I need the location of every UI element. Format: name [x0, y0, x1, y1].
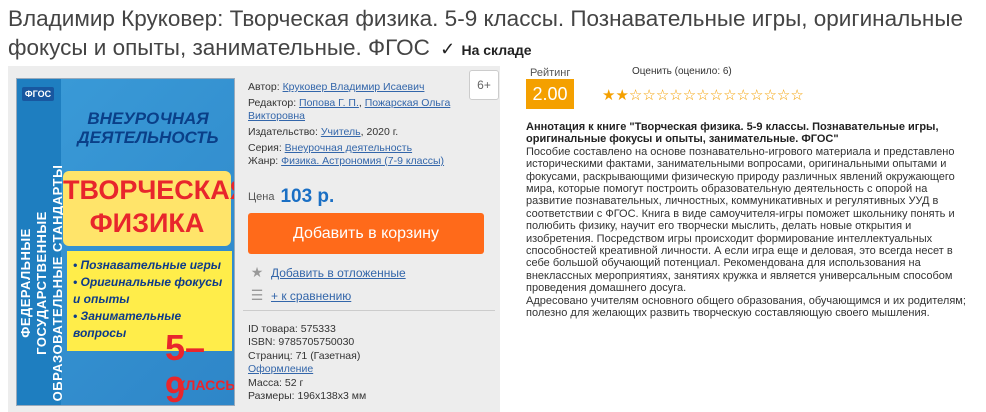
- list-icon: ☰: [250, 287, 264, 303]
- star-icon[interactable]: ☆: [723, 87, 736, 104]
- book-cover-image[interactable]: ФГОС ФЕДЕРАЛЬНЫЕ ГОСУДАРСТВЕННЫЕ ОБРАЗОВ…: [16, 78, 235, 406]
- size-row: Размеры: 196x138x3 мм: [248, 390, 366, 403]
- check-icon: ✓: [440, 39, 456, 59]
- compare-label: + к сравнению: [271, 289, 352, 303]
- price-row: Цена 103 р.: [248, 186, 334, 208]
- author-link[interactable]: Круковер Владимир Исаевич: [283, 81, 425, 93]
- add-to-wishlist-link[interactable]: ★ Добавить в отложенные: [249, 264, 406, 281]
- design-row: Оформление: [248, 363, 366, 376]
- annotation: Аннотация к книге "Творческая физика. 5-…: [526, 121, 971, 320]
- annotation-paragraph: Пособие составлено на основе познаватель…: [526, 145, 955, 295]
- rate-label: Оценить (оценило: 6): [632, 66, 732, 77]
- series-row: Серия: Внеурочная деятельность: [248, 142, 468, 155]
- add-to-cart-button[interactable]: Добавить в корзину: [248, 213, 484, 254]
- star-icon[interactable]: ★: [602, 87, 615, 104]
- star-icon[interactable]: ☆: [683, 87, 696, 104]
- star-icon[interactable]: ★: [615, 87, 628, 104]
- genre-label: Жанр:: [248, 155, 279, 167]
- fgos-badge: ФГОС: [22, 87, 54, 101]
- publisher-label: Издательство:: [248, 126, 318, 138]
- rating-label: Рейтинг: [530, 67, 571, 79]
- star-icon[interactable]: ☆: [696, 87, 709, 104]
- pages-label: Страниц:: [248, 349, 293, 362]
- star-icon[interactable]: ☆: [642, 87, 655, 104]
- genre-link[interactable]: Физика. Астрономия (7-9 классы): [281, 155, 444, 167]
- star-icon[interactable]: ☆: [656, 87, 669, 104]
- mass-label: Масса:: [248, 376, 282, 389]
- publisher-link[interactable]: Учитель: [321, 126, 361, 138]
- product-details: ID товара: 575333 ISBN: 9785705750030 Ст…: [248, 323, 366, 403]
- add-to-compare-link[interactable]: ☰ + к сравнению: [249, 287, 352, 304]
- cover-list-item: • Оригинальные фокусы и опыты: [73, 275, 223, 306]
- id-row: ID товара: 575333: [248, 323, 366, 336]
- size-value: 196x138x3 мм: [297, 390, 367, 403]
- star-icon[interactable]: ☆: [777, 87, 790, 104]
- cover-label: ВНЕУРОЧНАЯ ДЕЯТЕЛЬНОСТЬ: [77, 109, 219, 147]
- cover-column: ФГОС ФЕДЕРАЛЬНЫЕ ГОСУДАРСТВЕННЫЕ ОБРАЗОВ…: [8, 66, 237, 412]
- pages-row: Страниц: 71 (Газетная): [248, 350, 366, 363]
- cover-grades-sub: КЛАССЫ: [177, 377, 235, 393]
- star-icon[interactable]: ☆: [750, 87, 763, 104]
- isbn-value: 9785705750030: [278, 336, 355, 349]
- cover-spine: ФГОС ФЕДЕРАЛЬНЫЕ ГОСУДАРСТВЕННЫЕ ОБРАЗОВ…: [17, 79, 65, 405]
- publisher-year: , 2020 г.: [360, 126, 399, 138]
- wishlist-label: Добавить в отложенные: [271, 266, 406, 280]
- star-icon: ★: [250, 264, 264, 280]
- pages-value: 71 (Газетная): [295, 349, 361, 362]
- cover-list-item: • Познавательные игры: [73, 258, 222, 272]
- stock-status: На складе: [461, 42, 532, 58]
- price-label: Цена: [248, 191, 275, 203]
- star-icon[interactable]: ☆: [669, 87, 682, 104]
- isbn-row: ISBN: 9785705750030: [248, 336, 366, 349]
- star-icon[interactable]: ☆: [737, 87, 750, 104]
- star-icon[interactable]: ☆: [710, 87, 723, 104]
- annotation-paragraph: Адресовано учителям основного общего обр…: [526, 294, 966, 320]
- series-link[interactable]: Внеурочная деятельность: [285, 142, 412, 154]
- editor-row: Редактор: Попова Г. П., Пожарская Ольга …: [248, 97, 451, 122]
- annotation-heading: Аннотация к книге "Творческая физика. 5-…: [526, 121, 939, 146]
- star-icon[interactable]: ☆: [763, 87, 776, 104]
- star-icon[interactable]: ☆: [629, 87, 642, 104]
- id-label: ID товара:: [248, 323, 298, 335]
- mass-row: Масса: 52 г: [248, 377, 366, 390]
- genre-row: Жанр: Физика. Астрономия (7-9 классы): [248, 155, 468, 168]
- rating-stars[interactable]: ★★☆☆☆☆☆☆☆☆☆☆☆☆☆: [602, 86, 804, 104]
- author-row: Автор: Круковер Владимир Исаевич: [248, 81, 468, 94]
- isbn-label: ISBN:: [248, 336, 276, 349]
- cover-big-title: ТВОРЧЕСКАЯ ФИЗИКА: [63, 171, 234, 246]
- publisher-row: Издательство: Учитель, 2020 г.: [248, 126, 468, 139]
- divider: [243, 310, 495, 311]
- rating-value: 2.00: [526, 79, 574, 109]
- product-title: Владимир Круковер: Творческая физика. 5-…: [8, 4, 983, 65]
- design-link[interactable]: Оформление: [248, 363, 313, 375]
- mass-value: 52 г: [284, 376, 304, 389]
- age-rating-badge: 6+: [469, 70, 499, 100]
- size-label: Размеры:: [248, 390, 295, 403]
- price-value: 103 р.: [280, 186, 335, 207]
- id-value: 575333: [300, 323, 336, 335]
- cover-grades: 5–9: [165, 327, 206, 406]
- series-label: Серия:: [248, 142, 282, 154]
- editor-link-1[interactable]: Попова Г. П.: [299, 97, 359, 109]
- star-icon[interactable]: ☆: [790, 87, 803, 104]
- spine-text: ФЕДЕРАЛЬНЫЕ ГОСУДАРСТВЕННЫЕ ОБРАЗОВАТЕЛЬ…: [18, 164, 65, 402]
- author-label: Автор:: [248, 81, 280, 93]
- editor-label: Редактор:: [248, 97, 297, 109]
